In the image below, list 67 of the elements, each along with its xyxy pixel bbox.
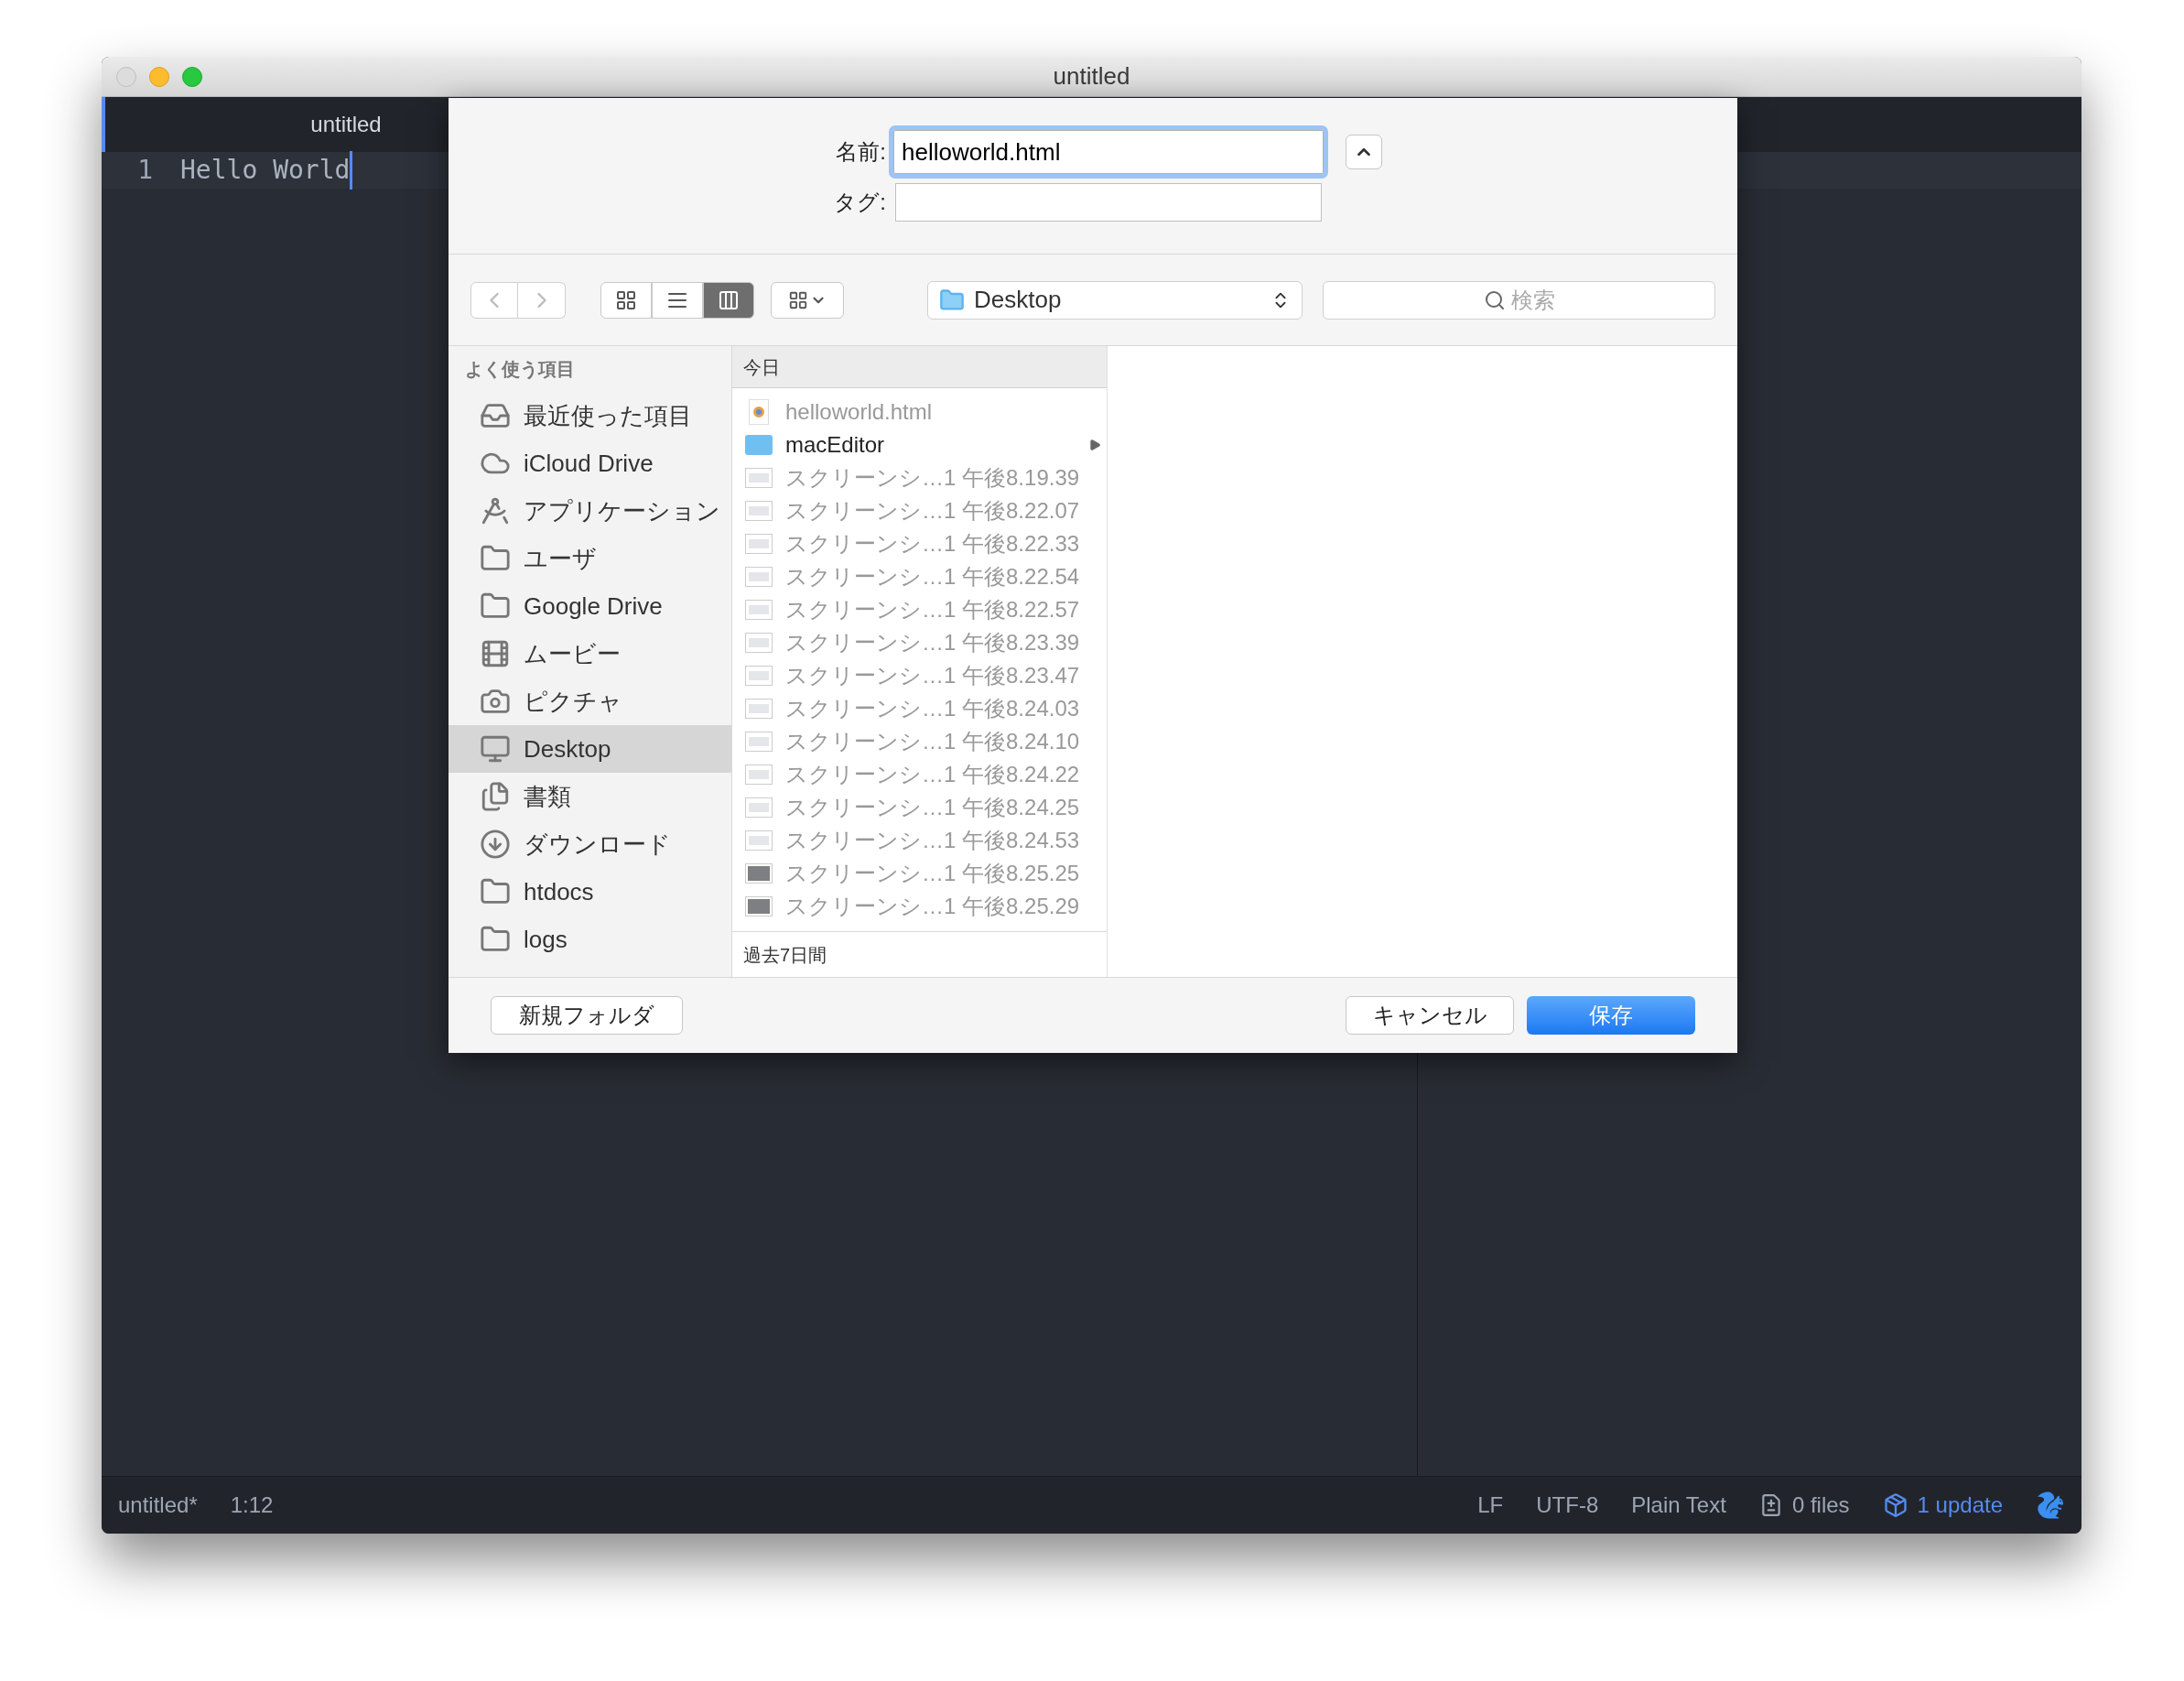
files-status[interactable]: 0 files: [1791, 1489, 1850, 1522]
columns-icon: [718, 288, 740, 311]
collapse-button[interactable]: [1346, 135, 1382, 169]
sidebar-item[interactable]: htdocs: [449, 868, 731, 916]
compass-icon: [480, 495, 511, 526]
image-thumbnail-icon: [745, 896, 773, 916]
sidebar-item[interactable]: 最近使った項目: [449, 392, 731, 439]
update-link[interactable]: 1 update: [1917, 1489, 2003, 1522]
view-mode-button[interactable]: [652, 281, 703, 319]
image-thumbnail-icon: [745, 567, 773, 587]
line-ending-status[interactable]: LF: [1477, 1489, 1504, 1522]
search-icon: [1483, 288, 1506, 311]
sidebar-item[interactable]: iCloud Drive: [449, 439, 731, 487]
image-thumbnail-icon: [745, 732, 773, 752]
grammar-status[interactable]: Plain Text: [1631, 1489, 1726, 1522]
image-thumbnail-icon: [745, 633, 773, 653]
download-icon: [480, 829, 511, 860]
sidebar-item[interactable]: Desktop: [449, 725, 731, 773]
cancel-button[interactable]: キャンセル: [1346, 996, 1514, 1035]
sidebar-item[interactable]: ユーザ: [449, 535, 731, 582]
column-header: 今日: [732, 346, 1107, 388]
folder-icon: [745, 435, 773, 455]
film-icon: [480, 638, 511, 669]
image-thumbnail-icon: [745, 765, 773, 785]
documents-icon: [480, 781, 511, 812]
arrange-button[interactable]: [771, 281, 844, 319]
encoding-status[interactable]: UTF-8: [1536, 1489, 1599, 1522]
sidebar-item[interactable]: ダウンロード: [449, 820, 731, 868]
sidebar-item[interactable]: ムービー: [449, 630, 731, 678]
sidebar-item[interactable]: 書類: [449, 773, 731, 820]
image-thumbnail-icon: [745, 534, 773, 554]
sidebar-header: よく使う項目: [464, 358, 576, 381]
line-number: 1: [136, 154, 153, 187]
view-mode-button[interactable]: [703, 281, 754, 319]
image-thumbnail-icon: [745, 468, 773, 488]
image-thumbnail-icon: [745, 501, 773, 521]
tags-field[interactable]: [895, 183, 1322, 222]
image-thumbnail-icon: [745, 600, 773, 620]
cursor-position[interactable]: 1:12: [230, 1489, 274, 1522]
sidebar-item[interactable]: Google Drive: [449, 582, 731, 630]
image-thumbnail-icon: [745, 699, 773, 719]
new-folder-button[interactable]: 新規フォルダ: [491, 996, 683, 1035]
folder-icon: [939, 287, 965, 313]
package-icon: [1882, 1492, 1908, 1518]
tags-label: タグ:: [833, 189, 886, 216]
location-popup[interactable]: Desktop: [927, 280, 1303, 320]
image-thumbnail-icon: [745, 830, 773, 851]
sidebar-item[interactable]: ピクチャ: [449, 678, 731, 725]
file-row[interactable]: macEditor: [732, 428, 1107, 461]
section-footer: 過去7日間: [732, 932, 1107, 977]
image-thumbnail-icon: [745, 863, 773, 884]
sidebar-item[interactable]: logs: [449, 916, 731, 963]
monitor-icon: [480, 733, 511, 765]
code-line: Hello World: [180, 151, 353, 190]
html-file-icon: [749, 399, 769, 425]
sidebar-item[interactable]: アプリケーション: [449, 487, 731, 535]
squirrel-icon[interactable]: [2036, 1491, 2065, 1520]
save-button[interactable]: 保存: [1527, 996, 1695, 1035]
image-thumbnail-icon: [745, 666, 773, 686]
window-title: untitled: [1053, 61, 1130, 92]
image-thumbnail-icon: [745, 797, 773, 818]
file-name-status[interactable]: untitled*: [118, 1489, 198, 1522]
disclosure-arrow-icon: [1088, 439, 1101, 451]
name-label: 名前:: [835, 138, 886, 166]
grid-icon: [788, 289, 808, 310]
grid-icon: [615, 288, 637, 311]
view-mode-button[interactable]: [600, 281, 652, 319]
